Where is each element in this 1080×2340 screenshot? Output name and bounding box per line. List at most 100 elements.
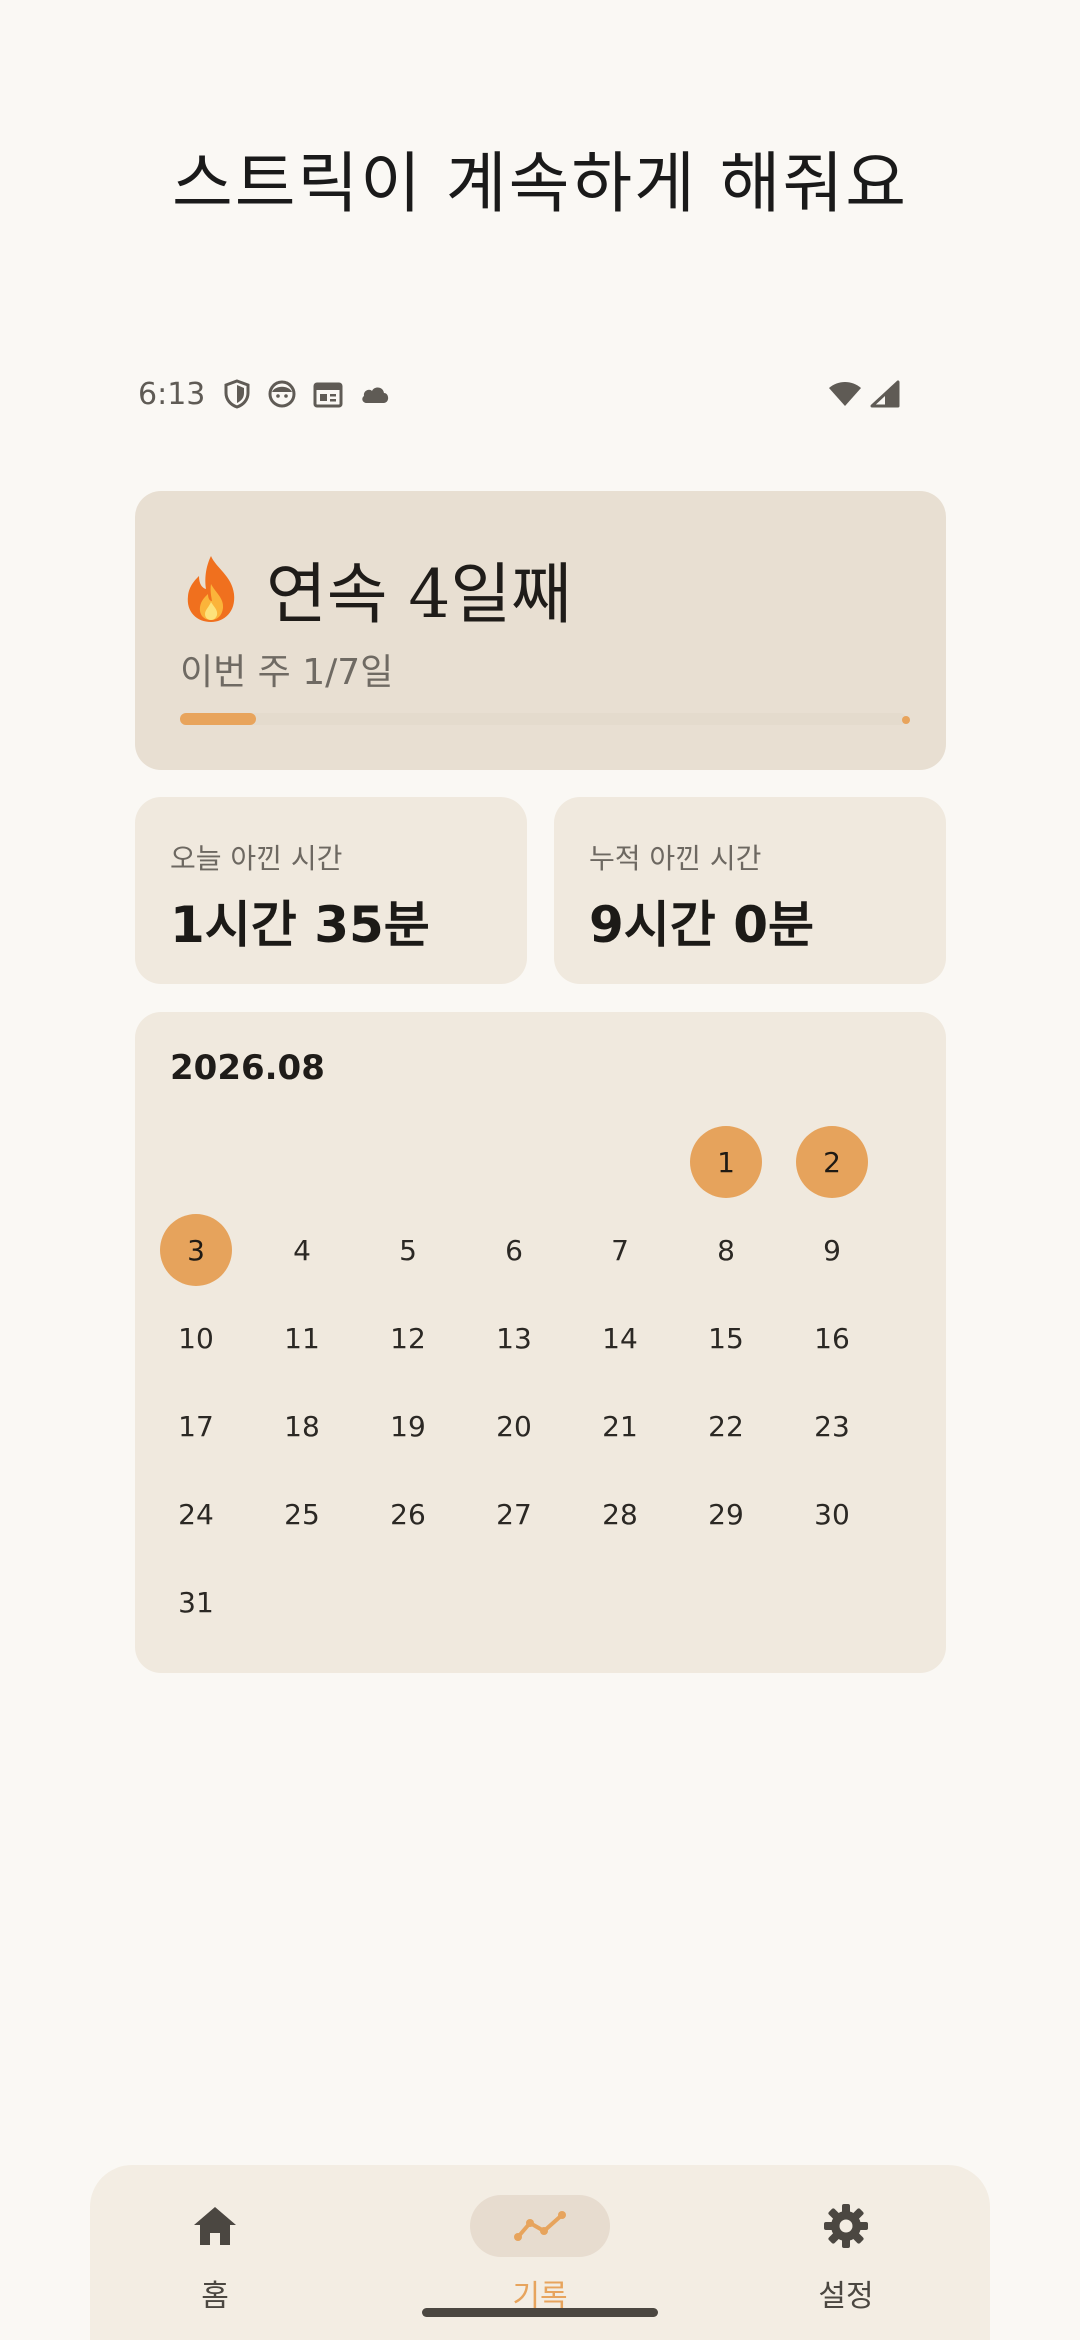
streak-progress-fill xyxy=(180,713,256,725)
calendar-day-3[interactable]: 3 xyxy=(143,1206,249,1294)
nav-label-home: 홈 xyxy=(201,2279,229,2314)
calendar-day-29[interactable]: 29 xyxy=(673,1470,779,1558)
calendar-day-9[interactable]: 9 xyxy=(779,1206,885,1294)
calendar-day-number: 7 xyxy=(611,1233,629,1267)
calendar-blank-cell xyxy=(461,1118,567,1206)
calendar-card: 2026.08 1 2 3 4 5 6 7 8 9 10 11 12 13 14 15 16 17 18 19 20 2… xyxy=(135,1012,946,1673)
calendar-blank-cell xyxy=(355,1118,461,1206)
status-icons-left xyxy=(223,379,391,409)
calendar-widget-icon xyxy=(313,380,343,408)
calendar-day-number: 30 xyxy=(814,1497,850,1531)
calendar-day-19[interactable]: 19 xyxy=(355,1382,461,1470)
calendar-day-28[interactable]: 28 xyxy=(567,1470,673,1558)
calendar-day-12[interactable]: 12 xyxy=(355,1294,461,1382)
calendar-day-number: 9 xyxy=(823,1233,841,1267)
streak-title: 연속 4일째 xyxy=(266,556,572,633)
calendar-day-number: 18 xyxy=(284,1409,320,1443)
calendar-day-20[interactable]: 20 xyxy=(461,1382,567,1470)
calendar-day-number: 28 xyxy=(602,1497,638,1531)
calendar-grid: 1 2 3 4 5 6 7 8 9 10 11 12 13 14 15 16 17 18 19 20 21 22 23 24 2… xyxy=(143,1118,884,1646)
calendar-day-31[interactable]: 31 xyxy=(143,1558,249,1646)
calendar-day-16[interactable]: 16 xyxy=(779,1294,885,1382)
calendar-day-number: 10 xyxy=(178,1321,214,1355)
calendar-day-number: 20 xyxy=(496,1409,532,1443)
calendar-day-17[interactable]: 17 xyxy=(143,1382,249,1470)
calendar-day-1[interactable]: 1 xyxy=(673,1118,779,1206)
calendar-day-23[interactable]: 23 xyxy=(779,1382,885,1470)
calendar-day-number: 4 xyxy=(293,1233,311,1267)
calendar-day-number: 31 xyxy=(178,1585,214,1619)
calendar-day-number: 1 xyxy=(690,1126,762,1198)
calendar-day-27[interactable]: 27 xyxy=(461,1470,567,1558)
calendar-blank-cell xyxy=(143,1118,249,1206)
calendar-day-number: 11 xyxy=(284,1321,320,1355)
calendar-day-number: 6 xyxy=(505,1233,523,1267)
calendar-day-number: 23 xyxy=(814,1409,850,1443)
calendar-blank-cell xyxy=(249,1118,355,1206)
calendar-day-number: 22 xyxy=(708,1409,744,1443)
calendar-blank-cell xyxy=(567,1118,673,1206)
nav-item-home[interactable]: 홈 xyxy=(105,2195,325,2315)
calendar-day-2[interactable]: 2 xyxy=(779,1118,885,1206)
calendar-day-8[interactable]: 8 xyxy=(673,1206,779,1294)
calendar-day-11[interactable]: 11 xyxy=(249,1294,355,1382)
calendar-day-number: 29 xyxy=(708,1497,744,1531)
calendar-day-6[interactable]: 6 xyxy=(461,1206,567,1294)
calendar-day-number: 8 xyxy=(717,1233,735,1267)
calendar-day-10[interactable]: 10 xyxy=(143,1294,249,1382)
calendar-day-22[interactable]: 22 xyxy=(673,1382,779,1470)
trend-chart-icon xyxy=(514,2211,566,2241)
streak-card: 연속 4일째 이번 주 1/7일 xyxy=(135,491,946,770)
calendar-day-number: 19 xyxy=(390,1409,426,1443)
calendar-day-21[interactable]: 21 xyxy=(567,1382,673,1470)
today-saved-label: 오늘 아낀 시간 xyxy=(170,842,343,875)
calendar-day-number: 17 xyxy=(178,1409,214,1443)
calendar-day-15[interactable]: 15 xyxy=(673,1294,779,1382)
headline: 스트릭이 계속하게 해줘요 xyxy=(172,145,908,222)
calendar-day-18[interactable]: 18 xyxy=(249,1382,355,1470)
total-saved-card: 누적 아낀 시간 9시간 0분 xyxy=(554,797,946,984)
calendar-day-14[interactable]: 14 xyxy=(567,1294,673,1382)
calendar-day-26[interactable]: 26 xyxy=(355,1470,461,1558)
shield-icon xyxy=(223,379,251,409)
calendar-day-25[interactable]: 25 xyxy=(249,1470,355,1558)
calendar-day-number: 21 xyxy=(602,1409,638,1443)
wifi-icon xyxy=(828,380,862,408)
home-indicator[interactable] xyxy=(422,2308,658,2317)
nav-item-records[interactable]: 기록 xyxy=(430,2195,650,2315)
calendar-day-number: 27 xyxy=(496,1497,532,1531)
status-icons-right xyxy=(828,380,900,408)
nav-home-icon-wrap xyxy=(145,2195,285,2257)
calendar-day-number: 2 xyxy=(796,1126,868,1198)
calendar-day-number: 5 xyxy=(399,1233,417,1267)
calendar-day-5[interactable]: 5 xyxy=(355,1206,461,1294)
calendar-day-number: 14 xyxy=(602,1321,638,1355)
calendar-day-number: 25 xyxy=(284,1497,320,1531)
calendar-day-number: 13 xyxy=(496,1321,532,1355)
calendar-day-number: 26 xyxy=(390,1497,426,1531)
calendar-day-4[interactable]: 4 xyxy=(249,1206,355,1294)
nav-item-settings[interactable]: 설정 xyxy=(736,2195,956,2315)
streak-title-row: 연속 4일째 xyxy=(180,541,572,637)
calendar-day-24[interactable]: 24 xyxy=(143,1470,249,1558)
total-saved-value: 9시간 0분 xyxy=(589,896,814,954)
nav-settings-icon-wrap xyxy=(776,2195,916,2257)
screen: 스트릭이 계속하게 해줘요 6:13 연속 4일째 이번 주 1/7일 오늘 아… xyxy=(0,0,1080,2340)
calendar-day-number: 12 xyxy=(390,1321,426,1355)
calendar-day-number: 24 xyxy=(178,1497,214,1531)
calendar-month: 2026.08 xyxy=(170,1048,325,1088)
signal-icon xyxy=(870,380,900,408)
face-icon xyxy=(267,379,297,409)
status-time: 6:13 xyxy=(138,376,206,412)
calendar-day-7[interactable]: 7 xyxy=(567,1206,673,1294)
calendar-day-number: 16 xyxy=(814,1321,850,1355)
nav-label-settings: 설정 xyxy=(818,2279,874,2314)
streak-progress-bar xyxy=(180,713,910,725)
calendar-day-13[interactable]: 13 xyxy=(461,1294,567,1382)
calendar-day-number: 3 xyxy=(160,1214,232,1286)
streak-progress-end-dot xyxy=(902,716,910,724)
calendar-day-30[interactable]: 30 xyxy=(779,1470,885,1558)
flame-icon xyxy=(187,556,235,622)
calendar-day-number: 15 xyxy=(708,1321,744,1355)
nav-records-icon-wrap xyxy=(470,2195,610,2257)
